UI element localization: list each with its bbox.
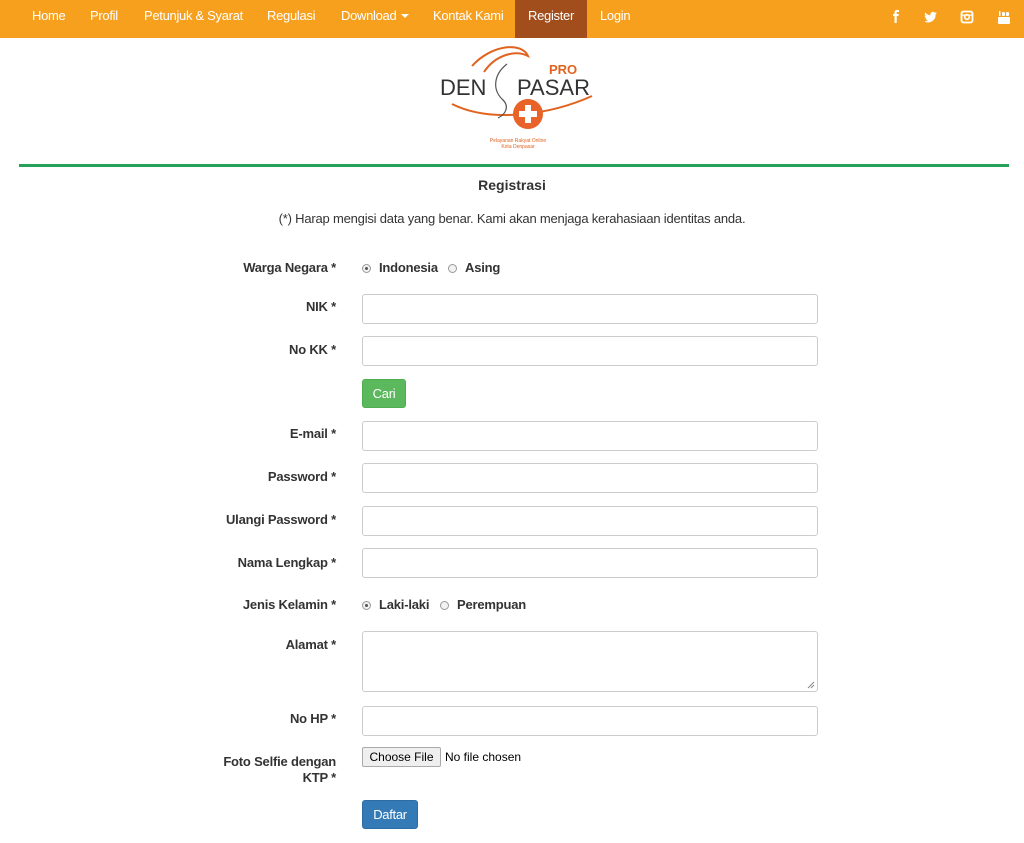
radio-indonesia[interactable] <box>362 264 371 273</box>
page-title: Registrasi <box>478 177 546 193</box>
radio-perempuan[interactable] <box>440 601 449 610</box>
nav-download-label: Download <box>341 8 397 23</box>
logo-tagline-2: Kota Denpasar <box>501 144 535 150</box>
nav-download[interactable]: Download <box>328 0 422 38</box>
form-note: (*) Harap mengisi data yang benar. Kami … <box>278 211 746 226</box>
logo-pasar-text: PASAR <box>517 75 590 100</box>
file-status-text: No file chosen <box>445 750 522 764</box>
radio-laki-laki-label[interactable]: Laki-laki <box>379 597 429 612</box>
nav-register[interactable]: Register <box>515 0 587 38</box>
ulangi-password-label: Ulangi Password * <box>225 512 336 527</box>
top-navbar: Home Profil Petunjuk & Syarat Regulasi D… <box>0 0 1024 38</box>
nav-kontak-kami[interactable]: Kontak Kami <box>420 0 516 38</box>
foto-selfie-label: Foto Selfie dengan KTP * <box>223 754 336 786</box>
ulangi-password-input[interactable] <box>362 506 818 536</box>
nama-lengkap-label: Nama Lengkap * <box>237 555 337 570</box>
no-hp-label: No HP * <box>289 711 336 726</box>
cari-button[interactable]: Cari <box>362 379 406 408</box>
radio-indonesia-label[interactable]: Indonesia <box>379 260 438 275</box>
foto-selfie-label-line2: KTP * <box>302 770 337 785</box>
nik-input[interactable] <box>362 294 818 324</box>
nav-login[interactable]: Login <box>587 0 643 38</box>
password-input[interactable] <box>362 463 818 493</box>
caret-down-icon <box>401 14 410 18</box>
resize-handle-icon[interactable] <box>807 681 815 689</box>
facebook-icon[interactable] <box>888 9 904 25</box>
alamat-label: Alamat * <box>285 637 337 652</box>
logo-den-text: DEN <box>440 75 486 100</box>
nav-home[interactable]: Home <box>19 0 78 38</box>
radio-perempuan-label[interactable]: Perempuan <box>457 597 526 612</box>
no-kk-label: No KK * <box>289 342 336 357</box>
nama-lengkap-input[interactable] <box>362 548 818 578</box>
instagram-icon[interactable] <box>959 9 975 25</box>
youtube-icon[interactable] <box>996 9 1012 25</box>
nav-petunjuk-syarat[interactable]: Petunjuk & Syarat <box>131 0 256 38</box>
nav-profil[interactable]: Profil <box>77 0 131 38</box>
header-divider <box>19 164 1009 167</box>
twitter-icon[interactable] <box>923 9 939 25</box>
pro-denpasar-logo: PRO DEN PASAR Pelayanan Rakyat Online Ko… <box>432 44 600 154</box>
no-hp-input[interactable] <box>362 706 818 736</box>
jenis-kelamin-label: Jenis Kelamin * <box>242 597 336 612</box>
foto-selfie-label-line1: Foto Selfie dengan <box>223 754 336 769</box>
alamat-textarea[interactable] <box>362 631 818 692</box>
radio-asing[interactable] <box>448 264 457 273</box>
email-label: E-mail * <box>289 426 336 441</box>
no-kk-input[interactable] <box>362 336 818 366</box>
warga-negara-label: Warga Negara * <box>243 260 336 275</box>
email-input[interactable] <box>362 421 818 451</box>
choose-file-button[interactable]: Choose File <box>362 747 441 767</box>
daftar-button[interactable]: Daftar <box>362 800 418 829</box>
nik-label: NIK * <box>305 299 336 314</box>
nav-regulasi[interactable]: Regulasi <box>254 0 328 38</box>
password-label: Password * <box>267 469 336 484</box>
radio-laki-laki[interactable] <box>362 601 371 610</box>
radio-asing-label[interactable]: Asing <box>465 260 500 275</box>
